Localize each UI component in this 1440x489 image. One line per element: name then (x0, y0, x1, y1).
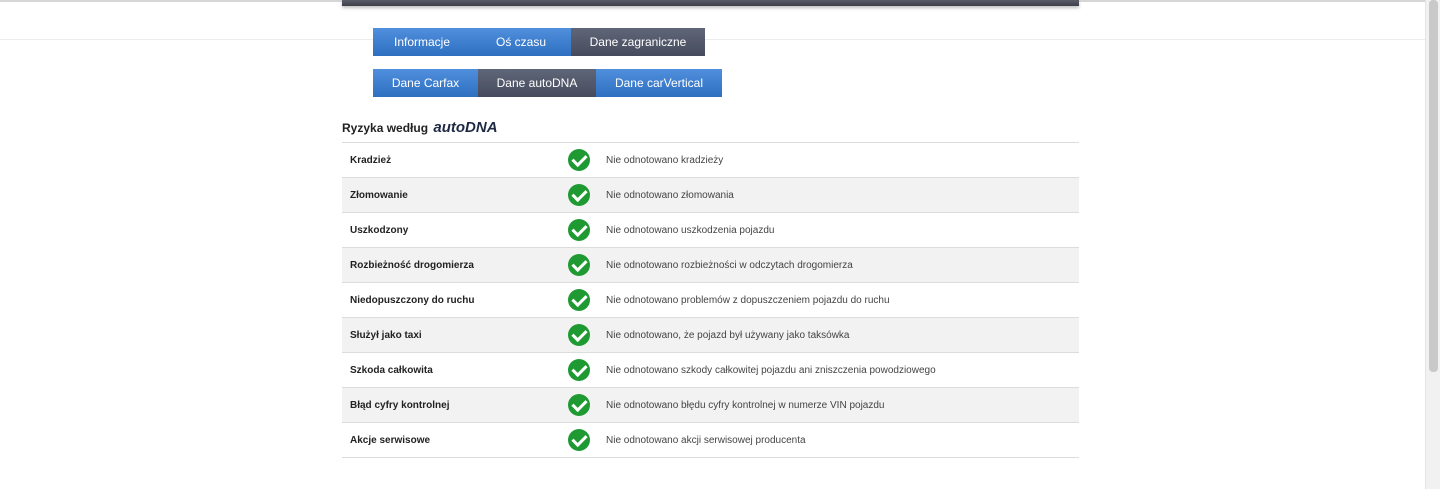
table-row: Służył jako taxi Nie odnotowano, że poja… (342, 318, 1079, 353)
risk-description: Nie odnotowano złomowania (606, 189, 734, 201)
risk-label: Szkoda całkowita (350, 364, 433, 376)
tab-dane-carvertical[interactable]: Dane carVertical (596, 69, 722, 97)
risk-description: Nie odnotowano, że pojazd był używany ja… (606, 329, 850, 341)
page: Informacje Oś czasu Dane zagraniczne Dan… (0, 0, 1440, 489)
risk-label: Uszkodzony (350, 224, 409, 236)
check-circle-icon (568, 429, 590, 451)
risk-label: Błąd cyfry kontrolnej (350, 399, 450, 411)
risk-description: Nie odnotowano kradzieży (606, 154, 724, 166)
scrollbar-thumb[interactable] (1429, 0, 1438, 372)
risk-label: Kradzież (350, 154, 392, 166)
risk-label: Akcje serwisowe (350, 434, 431, 446)
header-bar (342, 0, 1079, 6)
check-circle-icon (568, 254, 590, 276)
check-circle-icon (568, 324, 590, 346)
tab-dane-zagraniczne[interactable]: Dane zagraniczne (571, 28, 705, 56)
tab-informacje[interactable]: Informacje (373, 28, 471, 56)
table-row: Kradzież Nie odnotowano kradzieży (342, 143, 1079, 178)
check-circle-icon (568, 394, 590, 416)
tabs-sources: Dane Carfax Dane autoDNA Dane carVertica… (373, 69, 722, 97)
risk-description: Nie odnotowano błędu cyfry kontrolnej w … (606, 399, 885, 411)
tabs-main: Informacje Oś czasu Dane zagraniczne (373, 28, 705, 56)
risk-description: Nie odnotowano szkody całkowitej pojazdu… (606, 364, 936, 376)
table-row: Uszkodzony Nie odnotowano uszkodzenia po… (342, 213, 1079, 248)
table-row: Akcje serwisowe Nie odnotowano akcji ser… (342, 423, 1079, 458)
risk-table: Kradzież Nie odnotowano kradzieży Złomow… (342, 142, 1079, 458)
risk-description: Nie odnotowano rozbieżności w odczytach … (606, 259, 853, 271)
tab-dane-carfax[interactable]: Dane Carfax (373, 69, 478, 97)
risk-description: Nie odnotowano akcji serwisowej producen… (606, 434, 806, 446)
risk-label: Służył jako taxi (350, 329, 422, 341)
autodna-brand: autoDNA (433, 119, 498, 136)
check-circle-icon (568, 289, 590, 311)
risk-label: Rozbieżność drogomierza (350, 259, 474, 271)
table-row: Rozbieżność drogomierza Nie odnotowano r… (342, 248, 1079, 283)
check-circle-icon (568, 184, 590, 206)
tab-dane-autodna[interactable]: Dane autoDNA (478, 69, 596, 97)
table-row: Błąd cyfry kontrolnej Nie odnotowano błę… (342, 388, 1079, 423)
tab-os-czasu[interactable]: Oś czasu (471, 28, 571, 56)
section-title: Ryzyka według autoDNA (342, 118, 498, 138)
risk-description: Nie odnotowano problemów z dopuszczeniem… (606, 294, 890, 306)
page-scrollbar[interactable] (1425, 0, 1440, 489)
band-divider (0, 39, 1426, 40)
check-circle-icon (568, 219, 590, 241)
risk-label: Złomowanie (350, 189, 408, 201)
table-row: Niedopuszczony do ruchu Nie odnotowano p… (342, 283, 1079, 318)
table-row: Złomowanie Nie odnotowano złomowania (342, 178, 1079, 213)
risk-description: Nie odnotowano uszkodzenia pojazdu (606, 224, 775, 236)
check-circle-icon (568, 149, 590, 171)
check-circle-icon (568, 359, 590, 381)
section-title-text: Ryzyka według (342, 121, 429, 135)
risk-label: Niedopuszczony do ruchu (350, 294, 475, 306)
table-row: Szkoda całkowita Nie odnotowano szkody c… (342, 353, 1079, 388)
